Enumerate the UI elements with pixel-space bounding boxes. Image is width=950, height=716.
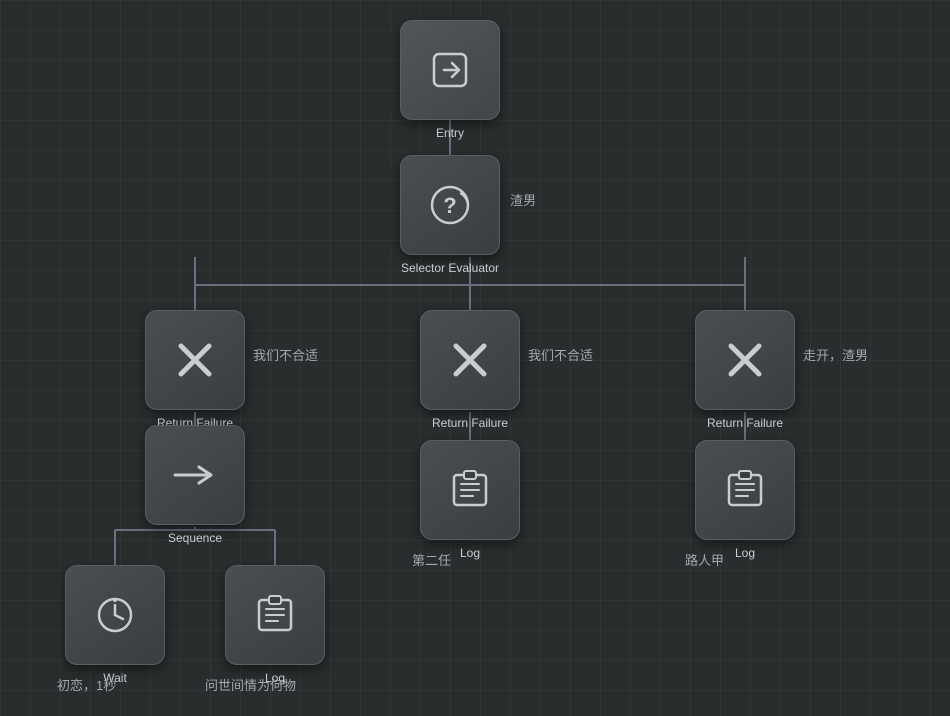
selector-node[interactable]: ? Selector Evaluator 渣男 [400, 155, 500, 275]
log-right-box[interactable] [695, 440, 795, 540]
return-failure-mid-node[interactable]: Return Failure 我们不合适 [420, 310, 520, 430]
sequence-label: Sequence [168, 531, 222, 545]
return-failure-mid-label: Return Failure [432, 416, 508, 430]
log-mid-icon [451, 470, 489, 510]
wait-box[interactable] [65, 565, 165, 665]
log-mid-label: Log [460, 546, 480, 560]
svg-text:?: ? [443, 193, 456, 218]
log-mid-comment: 第二任 [412, 550, 451, 569]
entry-label: Entry [436, 126, 464, 140]
entry-box[interactable] [400, 20, 500, 120]
return-failure-mid-comment: 我们不合适 [528, 345, 593, 364]
wait-label: Wait [103, 671, 127, 685]
log-bottom-node[interactable]: Log 问世间情为何物 [225, 565, 325, 685]
log-right-label: Log [735, 546, 755, 560]
log-right-icon [726, 470, 764, 510]
return-failure-right-box[interactable] [695, 310, 795, 410]
selector-label: Selector Evaluator [401, 261, 499, 275]
return-failure-right-comment: 走开，渣男 [803, 345, 868, 364]
wait-node[interactable]: Wait 初恋，1秒 [65, 565, 165, 685]
sequence-node[interactable]: Sequence [145, 425, 245, 545]
sequence-icon [173, 463, 217, 487]
return-failure-mid-box[interactable] [420, 310, 520, 410]
return-failure-right-label: Return Failure [707, 416, 783, 430]
log-right-comment: 路人甲 [685, 550, 724, 569]
entry-icon [430, 50, 470, 90]
x-icon-left [173, 338, 217, 382]
log-right-node[interactable]: Log 路人甲 [695, 440, 795, 560]
x-icon-mid [448, 338, 492, 382]
log-bottom-icon [256, 595, 294, 635]
return-failure-right-node[interactable]: Return Failure 走开，渣男 [695, 310, 795, 430]
selector-comment: 渣男 [510, 190, 536, 209]
return-failure-left-comment: 我们不合适 [253, 345, 318, 364]
log-mid-box[interactable] [420, 440, 520, 540]
log-mid-node[interactable]: Log 第二任 [420, 440, 520, 560]
sequence-box[interactable] [145, 425, 245, 525]
return-failure-left-node[interactable]: Return Failure 我们不合适 [145, 310, 245, 430]
return-failure-left-box[interactable] [145, 310, 245, 410]
selector-icon: ? [428, 183, 472, 227]
x-icon-right [723, 338, 767, 382]
log-bottom-box[interactable] [225, 565, 325, 665]
wait-icon [95, 595, 135, 635]
selector-box[interactable]: ? [400, 155, 500, 255]
entry-node[interactable]: Entry [400, 20, 500, 140]
log-bottom-label: Log [265, 671, 285, 685]
